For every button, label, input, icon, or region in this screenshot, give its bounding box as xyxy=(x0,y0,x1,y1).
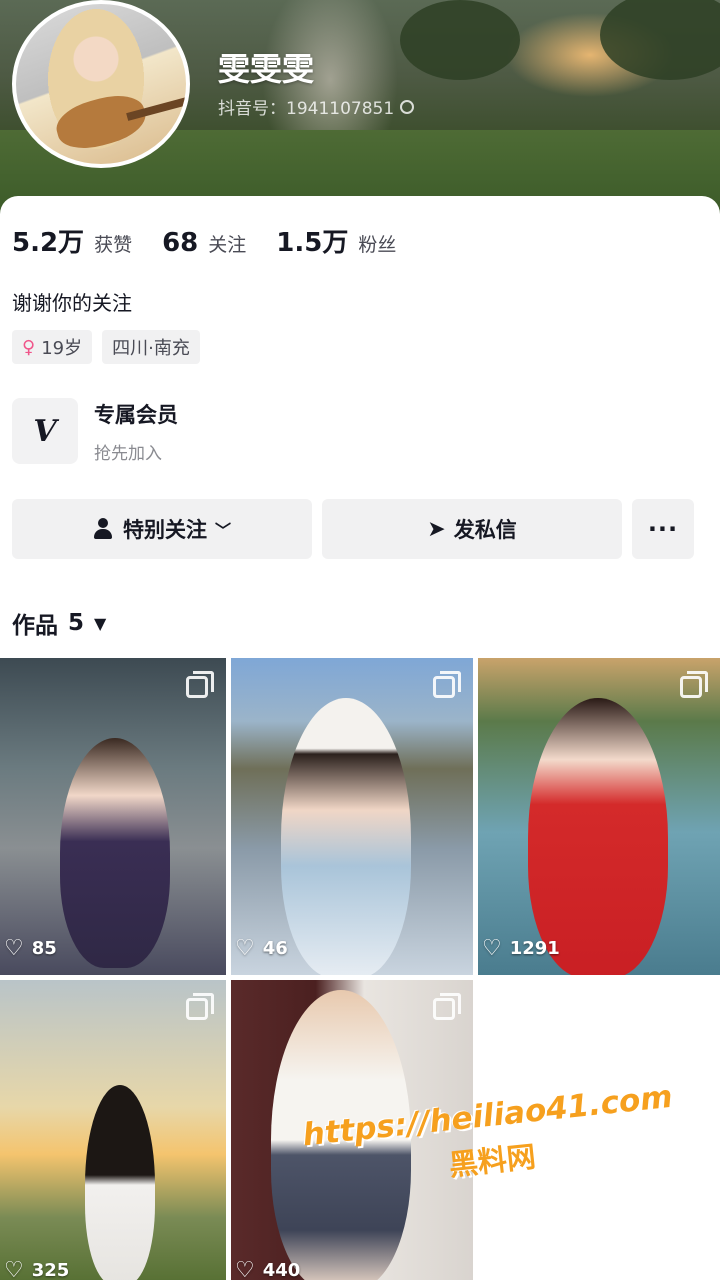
video-likes-count: 440 xyxy=(262,1260,301,1280)
works-count: 5 xyxy=(68,610,85,636)
username: 雯雯雯 xyxy=(218,50,315,88)
thumbnail-figure xyxy=(60,738,170,968)
video-likes: ♡ 85 xyxy=(4,936,57,961)
stat-likes[interactable]: 5.2万 获赞 xyxy=(12,222,132,259)
avatar-guitar xyxy=(51,88,151,156)
video-likes-count: 1291 xyxy=(509,938,560,959)
heart-icon: ♡ xyxy=(4,936,24,961)
thumbnail-figure xyxy=(528,698,668,975)
location-text: 四川·南充 xyxy=(112,338,190,359)
stats-bar: 5.2万 获赞 68 关注 1.5万 粉丝 xyxy=(12,222,396,259)
multi-image-icon xyxy=(433,671,461,698)
heart-icon: ♡ xyxy=(482,936,502,961)
action-bar: 特别关注 ﹀ ➤ 发私信 ··· xyxy=(12,499,694,559)
stat-likes-value: 5.2万 xyxy=(12,228,85,258)
heart-icon: ♡ xyxy=(4,1258,24,1280)
heart-icon: ♡ xyxy=(235,936,255,961)
send-message-button[interactable]: ➤ 发私信 xyxy=(322,499,622,559)
video-tile[interactable]: ♡ 1291 xyxy=(478,658,720,975)
multi-image-icon xyxy=(680,671,708,698)
stat-following-label: 关注 xyxy=(208,234,247,256)
video-tile[interactable]: ♡ 325 xyxy=(0,980,226,1280)
more-button[interactable]: ··· xyxy=(632,499,694,559)
douyin-id-text: 抖音号：1941107851 xyxy=(218,99,395,119)
douyin-id[interactable]: 抖音号：1941107851 xyxy=(218,94,415,119)
stat-likes-label: 获赞 xyxy=(94,234,133,256)
thumbnail-figure xyxy=(85,1085,155,1280)
membership-logo-icon: V xyxy=(12,398,78,464)
multi-image-icon xyxy=(433,993,461,1020)
works-tab[interactable]: 作品 5 ▼ xyxy=(12,606,106,640)
stat-following[interactable]: 68 关注 xyxy=(162,228,246,258)
stat-followers[interactable]: 1.5万 粉丝 xyxy=(276,222,396,259)
video-tile[interactable]: ♡ 46 xyxy=(231,658,473,975)
location-tag: 四川·南充 xyxy=(102,330,200,364)
works-label: 作品 xyxy=(12,613,58,639)
video-likes-count: 325 xyxy=(31,1260,70,1280)
chevron-down-icon: ﹀ xyxy=(214,521,231,540)
stat-followers-value: 1.5万 xyxy=(276,228,349,258)
profile-tags: ♀ 19岁 四川·南充 xyxy=(12,330,200,364)
copy-icon[interactable] xyxy=(400,99,415,114)
special-follow-label: 特别关注 xyxy=(122,518,207,542)
cover-tree xyxy=(400,0,520,80)
age-text: 19岁 xyxy=(41,338,83,359)
video-likes: ♡ 1291 xyxy=(482,936,560,961)
female-icon: ♀ xyxy=(22,336,36,358)
video-tile[interactable]: ♡ 85 xyxy=(0,658,226,975)
heart-icon: ♡ xyxy=(235,1258,255,1280)
multi-image-icon xyxy=(186,993,214,1020)
video-likes: ♡ 46 xyxy=(235,936,288,961)
send-message-label: 发私信 xyxy=(453,518,517,542)
membership-text: 专属会员 抢先加入 xyxy=(94,399,178,464)
special-follow-button[interactable]: 特别关注 ﹀ xyxy=(12,499,312,559)
video-likes-count: 46 xyxy=(262,938,288,959)
send-icon: ➤ xyxy=(427,516,446,542)
membership-title: 专属会员 xyxy=(94,402,178,427)
stat-followers-label: 粉丝 xyxy=(358,234,397,256)
caret-down-icon: ▼ xyxy=(94,613,107,633)
membership-subtitle: 抢先加入 xyxy=(94,443,162,464)
person-icon xyxy=(93,518,115,540)
avatar[interactable] xyxy=(12,0,190,168)
cover-tree xyxy=(600,0,720,80)
membership-entry[interactable]: V 专属会员 抢先加入 xyxy=(12,398,178,464)
video-likes: ♡ 440 xyxy=(235,1258,300,1280)
more-icon: ··· xyxy=(647,515,679,543)
thumbnail-figure xyxy=(281,698,411,975)
multi-image-icon xyxy=(186,671,214,698)
video-likes-count: 85 xyxy=(31,938,57,959)
bio: 谢谢你的关注 xyxy=(12,291,132,315)
stat-following-value: 68 xyxy=(162,228,199,258)
age-tag: ♀ 19岁 xyxy=(12,330,93,364)
video-likes: ♡ 325 xyxy=(4,1258,69,1280)
